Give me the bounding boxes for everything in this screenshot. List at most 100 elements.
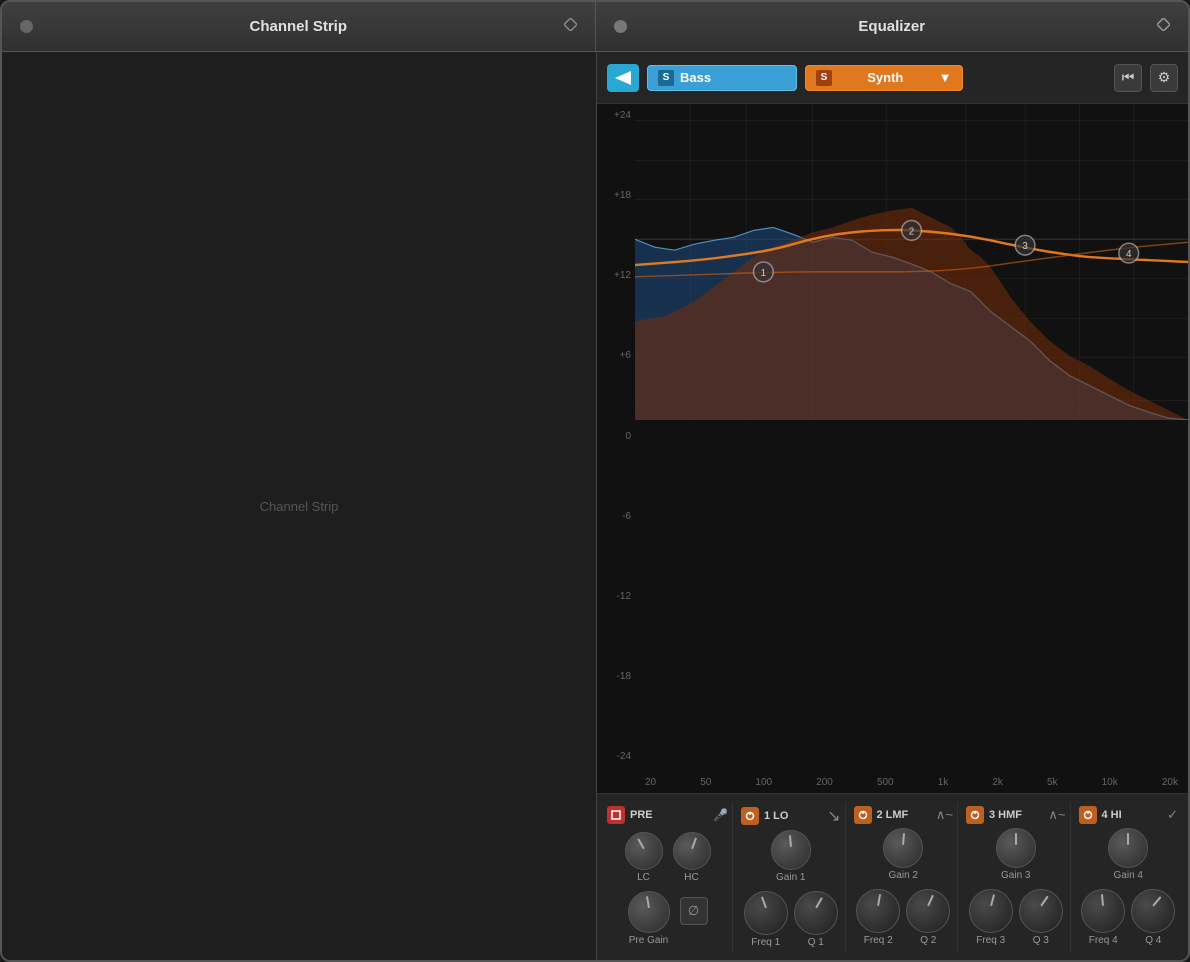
band-4-label: 4 HI [1102,809,1122,821]
eq-svg-canvas: 1 2 3 4 [635,104,1188,420]
band-1-lo: 1 LO ↘ Gain 1 [737,802,846,952]
window-dot [614,20,627,33]
eq-y-label-m6: -6 [599,511,631,522]
eq-y-label-p18: +18 [599,190,631,201]
q4-knob-group: Q 4 [1131,889,1175,946]
band-3-header: 3 HMF ∧~ [966,806,1066,824]
main-body: Channel Strip S Bass S Synth ▼ [2,52,1188,960]
q3-knob[interactable] [1019,889,1063,933]
band-4-hi: 4 HI ✓ Gain 4 [1075,802,1183,952]
freq2-label: Freq 2 [864,935,893,946]
gain4-knob[interactable] [1108,828,1148,868]
lc-knob[interactable] [625,832,663,870]
eq-y-label-m18: -18 [599,671,631,682]
freq2-knob-group: Freq 2 [856,889,900,946]
window-close-button[interactable] [20,20,33,33]
q1-knob-group: Q 1 [794,891,838,948]
phase-button[interactable]: ∅ [680,897,708,925]
band-3-power-button[interactable] [966,806,984,824]
channel-strip-placeholder: Channel Strip [260,499,339,514]
freq4-label: Freq 4 [1089,935,1118,946]
channel-strip-panel: Channel Strip [2,52,597,960]
reset-button[interactable]: ⏮ [1114,64,1142,92]
freq2-knob[interactable] [856,889,900,933]
svg-text:2: 2 [909,226,914,237]
band-1-power-button[interactable] [741,807,759,825]
eq-x-label-50: 50 [700,777,711,788]
eq-x-label-100: 100 [755,777,772,788]
gain2-knob-group: Gain 2 [883,828,923,881]
eq-x-label-500: 500 [877,777,894,788]
lc-label: LC [637,872,650,883]
eq-x-label-5k: 5k [1047,777,1058,788]
svg-text:1: 1 [761,268,766,279]
freq1-label: Freq 1 [751,937,780,948]
bass-track-button[interactable]: S Bass [647,65,797,91]
q1-label: Q 1 [808,937,824,948]
synth-track-letter: S [816,70,832,86]
band-1-header: 1 LO ↘ [741,806,841,826]
eq-y-label-0: 0 [599,431,631,442]
eq-x-label-2k: 2k [992,777,1003,788]
q3-label: Q 3 [1033,935,1049,946]
eq-toolbar: S Bass S Synth ▼ ⏮ ⚙ [597,52,1188,104]
equalizer-title: Equalizer [858,18,925,35]
q2-knob[interactable] [906,889,950,933]
freq1-knob-group: Freq 1 [744,891,788,948]
title-bar: Channel Strip Equalizer [2,2,1188,52]
freq4-knob-group: Freq 4 [1081,889,1125,946]
back-button[interactable] [607,64,639,92]
eq-y-label-m24: -24 [599,751,631,762]
settings-button[interactable]: ⚙ [1150,64,1178,92]
band-4-power-button[interactable] [1079,806,1097,824]
eq-x-label-20: 20 [645,777,656,788]
band-2-label: 2 LMF [877,809,909,821]
svg-text:3: 3 [1022,241,1028,252]
band-pre-mic-icon: 🎤 [713,808,728,822]
synth-track-button[interactable]: S Synth ▼ [805,65,963,91]
q2-knob-group: Q 2 [906,889,950,946]
band-pre-header: PRE 🎤 [607,806,728,824]
eq-graph[interactable]: +24 +18 +12 +6 0 -6 -12 -18 -24 [597,104,1188,793]
band-4-freq-row: Freq 4 Q 4 [1081,889,1175,946]
band-pre-power-button[interactable] [607,806,625,824]
gain4-knob-group: Gain 4 [1108,828,1148,881]
band-4-header: 4 HI ✓ [1079,806,1179,824]
eq-y-label-p6: +6 [599,350,631,361]
freq1-knob[interactable] [744,891,788,935]
eq-y-label-m12: -12 [599,591,631,602]
eq-y-labels: +24 +18 +12 +6 0 -6 -12 -18 -24 [597,104,635,768]
synth-dropdown-arrow: ▼ [939,70,952,85]
pregain-knob[interactable] [628,891,670,933]
reset-icon: ⏮ [1122,69,1135,86]
band-4-shape: ✓ [1167,807,1178,823]
synth-track-name: Synth [867,70,903,85]
eq-x-label-200: 200 [816,777,833,788]
equalizer-title-section: Equalizer [595,2,1189,51]
band-3-label: 3 HMF [989,809,1022,821]
eq-x-labels: 20 50 100 200 500 1k 2k 5k 10k 20k [635,771,1188,793]
bass-track-name: Bass [680,70,711,85]
pregain-label: Pre Gain [629,935,668,946]
eq-band-controls: PRE 🎤 LC [597,793,1188,960]
diamond-icon-right [1157,18,1170,36]
diamond-icon-left [564,18,577,36]
channel-strip-title-section: Channel Strip [2,2,595,51]
plugin-window: Channel Strip Equalizer Channel Strip [0,0,1190,962]
settings-icon: ⚙ [1158,69,1171,86]
q1-knob[interactable] [794,891,838,935]
gain2-knob[interactable] [883,828,923,868]
channel-strip-title: Channel Strip [249,18,347,35]
band-1-gain-row: Gain 1 [771,830,811,883]
eq-x-label-20k: 20k [1162,777,1178,788]
freq3-knob[interactable] [969,889,1013,933]
band-2-power-button[interactable] [854,806,872,824]
freq4-knob[interactable] [1081,889,1125,933]
band-3-shape: ∧~ [1048,807,1065,823]
gain2-label: Gain 2 [889,870,918,881]
gain1-knob[interactable] [771,830,811,870]
hc-knob[interactable] [673,832,711,870]
bass-track-letter: S [658,70,674,86]
q4-knob[interactable] [1131,889,1175,933]
gain3-knob[interactable] [996,828,1036,868]
